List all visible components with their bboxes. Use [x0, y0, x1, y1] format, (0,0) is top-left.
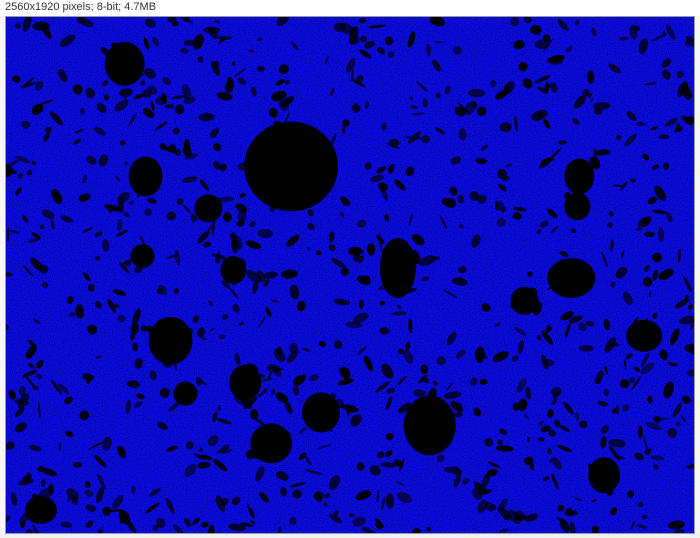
- nucleus: [173, 381, 198, 406]
- nucleus: [588, 457, 621, 494]
- nucleus: [250, 423, 293, 464]
- nucleus: [220, 256, 247, 284]
- nucleus: [547, 258, 596, 298]
- nucleus: [24, 496, 57, 525]
- image-window: 2560x1920 pixels; 8-bit; 4.7MB: [0, 0, 700, 538]
- nucleus: [564, 158, 595, 195]
- nucleus: [128, 156, 163, 197]
- nucleus: [148, 316, 193, 365]
- nucleus: [194, 194, 223, 223]
- window-bottom-edge: [0, 534, 700, 538]
- nucleus: [104, 41, 145, 86]
- nucleus: [564, 192, 591, 221]
- nucleus: [229, 364, 262, 401]
- nucleus: [626, 319, 663, 352]
- nucleus: [379, 238, 416, 298]
- micrograph-image: [6, 17, 694, 533]
- nucleus: [403, 395, 456, 456]
- image-canvas[interactable]: [5, 16, 695, 534]
- nucleus: [302, 392, 341, 433]
- nucleus: [244, 121, 339, 212]
- nucleus: [510, 286, 539, 315]
- nucleus: [130, 244, 155, 269]
- image-info-bar: 2560x1920 pixels; 8-bit; 4.7MB: [0, 0, 700, 16]
